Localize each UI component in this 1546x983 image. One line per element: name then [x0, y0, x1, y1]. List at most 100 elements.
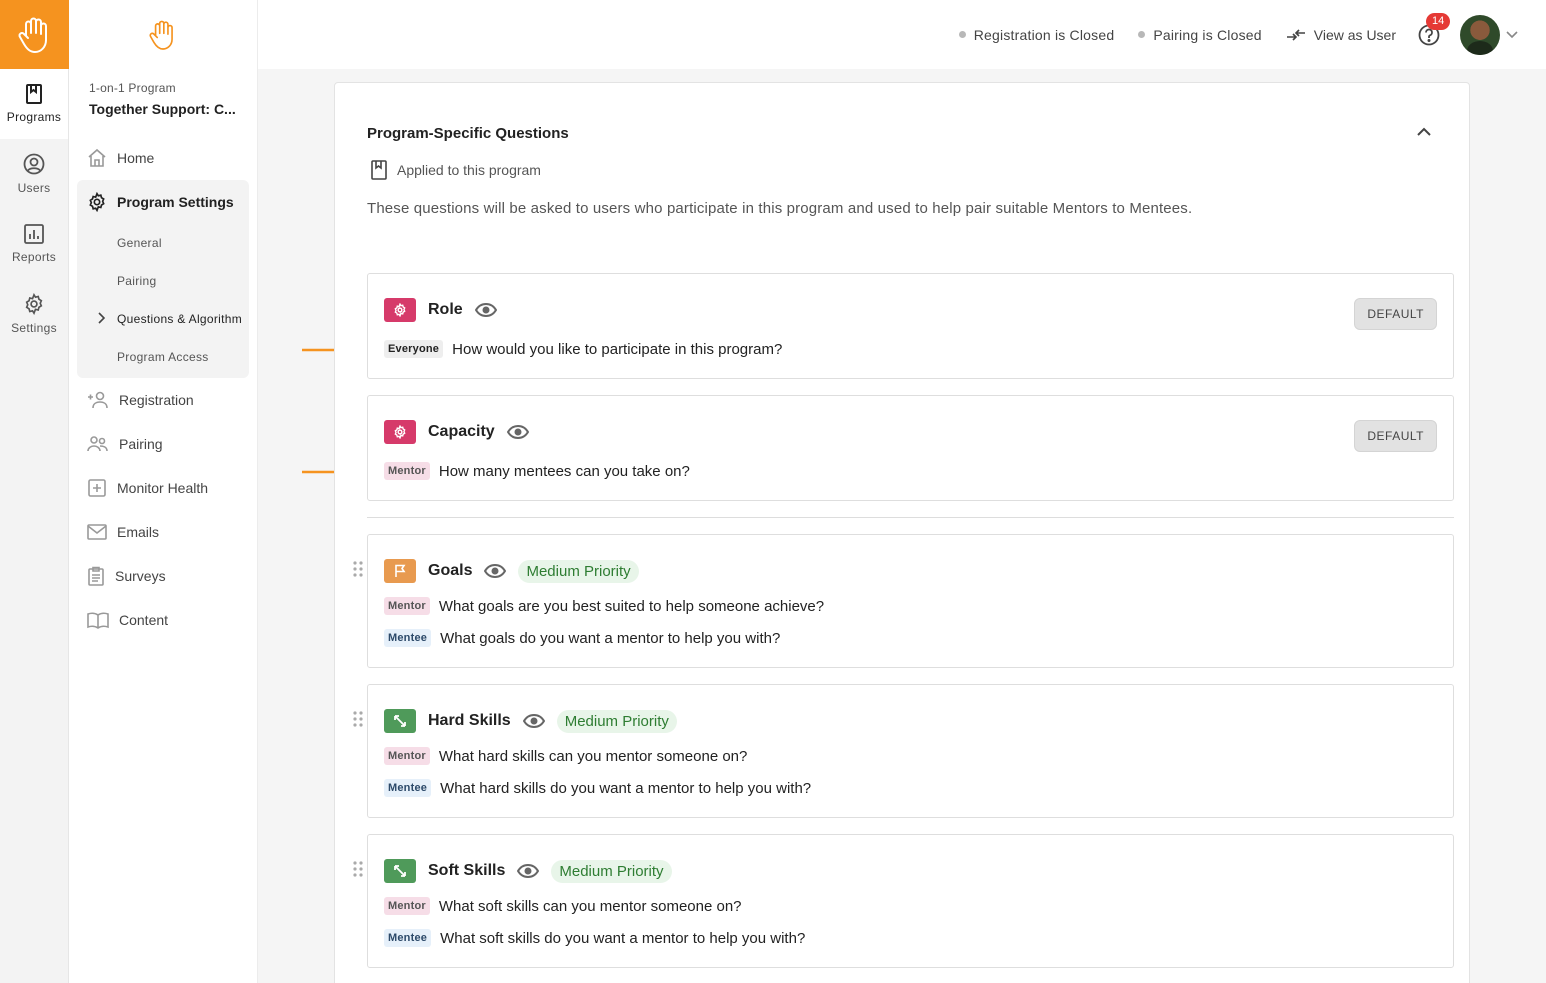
- settings-badge-icon: [384, 420, 416, 444]
- chevron-down-icon[interactable]: [1506, 30, 1518, 39]
- nav-item-registration[interactable]: Registration: [77, 378, 249, 422]
- audience-tag: Everyone: [384, 340, 444, 358]
- bar-chart-icon: [24, 224, 44, 244]
- question-name: Soft Skills: [428, 862, 506, 879]
- rail-item-users[interactable]: Users: [0, 139, 68, 209]
- question-text: How would you like to participate in thi…: [452, 340, 783, 358]
- default-badge: DEFAULT: [1354, 298, 1437, 330]
- nav-label-program-settings: Program Settings: [117, 194, 234, 210]
- section-title: Program-Specific Questions: [367, 125, 569, 142]
- nav-sub-questions-algorithm[interactable]: Questions & Algorithm: [77, 300, 249, 338]
- nav-item-pairing[interactable]: Pairing: [77, 422, 249, 466]
- view-as-user-label: View as User: [1313, 26, 1396, 43]
- avatar[interactable]: [1460, 14, 1500, 55]
- left-rail: Programs Users Reports Settings: [0, 0, 69, 983]
- question-name: Role: [428, 301, 463, 318]
- sub-label: Pairing: [117, 274, 157, 288]
- rail-label-reports: Reports: [11, 250, 57, 264]
- question-row: Mentee What hard skills do you want a me…: [384, 779, 811, 797]
- default-badge: DEFAULT: [1354, 420, 1437, 452]
- gear-icon: [89, 192, 105, 212]
- program-sidebar: 1-on-1 Program Together Support: C... Ho…: [69, 0, 258, 983]
- nav-sub-general[interactable]: General: [77, 224, 249, 262]
- question-row: Mentor What goals are you best suited to…: [384, 597, 824, 615]
- rail-label-settings: Settings: [11, 321, 57, 335]
- eye-icon[interactable]: [506, 425, 529, 439]
- eye-icon[interactable]: [517, 864, 540, 878]
- audience-tag: Mentor: [384, 747, 430, 765]
- registration-status: Registration is Closed: [958, 27, 1115, 43]
- nav-label-pairing: Pairing: [119, 436, 163, 452]
- question-header: Hard Skills Medium Priority: [384, 709, 677, 733]
- drag-handle-icon[interactable]: [353, 861, 363, 877]
- book-icon: [26, 84, 42, 104]
- question-row: Mentor What hard skills can you mentor s…: [384, 747, 747, 765]
- nav-item-program-settings[interactable]: Program Settings: [77, 180, 249, 224]
- question-row: Mentor How many mentees can you take on?: [384, 462, 690, 480]
- nav-label-home: Home: [117, 150, 155, 166]
- question-row: Mentee What soft skills do you want a me…: [384, 929, 805, 947]
- audience-tag: Mentee: [384, 929, 432, 947]
- switch-arrows-icon: [1286, 28, 1305, 41]
- nav-item-content[interactable]: Content: [77, 598, 249, 642]
- eye-icon[interactable]: [522, 714, 545, 728]
- question-card-goals[interactable]: Goals Medium Priority Mentor What goals …: [353, 534, 1454, 668]
- expand-arrows-icon: [384, 709, 416, 733]
- applied-text: Applied to this program: [397, 162, 541, 178]
- add-user-icon: [88, 391, 108, 409]
- nav-label-surveys: Surveys: [115, 568, 166, 584]
- rail-item-settings[interactable]: Settings: [0, 279, 68, 349]
- question-card-capacity[interactable]: Capacity DEFAULT Mentor How many mentees…: [367, 395, 1454, 501]
- home-icon: [88, 148, 106, 167]
- nav-item-surveys[interactable]: Surveys: [77, 554, 249, 598]
- question-header: Capacity: [384, 420, 529, 444]
- audience-tag: Mentor: [384, 897, 430, 915]
- question-card-hard-skills[interactable]: Hard Skills Medium Priority Mentor What …: [353, 684, 1454, 818]
- program-name[interactable]: Together Support: C...: [89, 101, 249, 117]
- sub-label: Program Access: [117, 350, 209, 364]
- help-button[interactable]: 14: [1418, 12, 1451, 46]
- question-text: What hard skills can you mentor someone …: [438, 747, 748, 765]
- question-text: How many mentees can you take on?: [438, 462, 690, 480]
- expand-arrows-icon: [384, 859, 416, 883]
- question-row: Mentor What soft skills can you mentor s…: [384, 897, 742, 915]
- question-header: Goals Medium Priority: [384, 559, 639, 583]
- question-card-soft-skills[interactable]: Soft Skills Medium Priority Mentor What …: [353, 834, 1454, 968]
- nav-label-monitor-health: Monitor Health: [117, 480, 209, 496]
- clipboard-icon: [88, 566, 104, 586]
- status-dot: [958, 31, 966, 38]
- health-plus-icon: [88, 479, 106, 497]
- nav-label-registration: Registration: [119, 392, 194, 408]
- nav-sub-program-access[interactable]: Program Access: [77, 338, 249, 376]
- nav-group-program-settings: Program Settings General Pairing Questio…: [77, 180, 249, 378]
- hand-wave-icon: [149, 20, 173, 50]
- rail-item-reports[interactable]: Reports: [0, 209, 68, 279]
- eye-icon[interactable]: [484, 564, 507, 578]
- question-card-role[interactable]: Role DEFAULT Everyone How would you like…: [367, 273, 1454, 379]
- nav-item-monitor-health[interactable]: Monitor Health: [77, 466, 249, 510]
- view-as-user-button[interactable]: View as User: [1286, 27, 1396, 43]
- status-dot: [1138, 31, 1146, 38]
- drag-handle-icon[interactable]: [353, 711, 363, 727]
- sub-label: Questions & Algorithm: [117, 312, 243, 326]
- program-logo: [69, 0, 257, 69]
- rail-label-users: Users: [17, 181, 51, 195]
- notification-badge: 14: [1426, 12, 1451, 30]
- question-text: What soft skills do you want a mentor to…: [440, 929, 806, 947]
- nav-item-emails[interactable]: Emails: [77, 510, 249, 554]
- question-row: Everyone How would you like to participa…: [384, 340, 782, 358]
- nav-sub-pairing[interactable]: Pairing: [77, 262, 249, 300]
- question-header: Role: [384, 298, 497, 322]
- users-icon: [87, 436, 108, 452]
- drag-handle-icon[interactable]: [353, 561, 363, 577]
- book-icon: [371, 160, 387, 180]
- rail-item-programs[interactable]: Programs: [0, 69, 68, 139]
- chevron-up-icon[interactable]: [1417, 127, 1431, 137]
- nav-item-home[interactable]: Home: [77, 136, 249, 180]
- user-circle-icon: [23, 153, 45, 175]
- applied-note: Applied to this program: [371, 160, 541, 180]
- eye-icon[interactable]: [474, 303, 497, 317]
- top-bar: Registration is Closed Pairing is Closed…: [258, 0, 1546, 69]
- app-logo[interactable]: [0, 0, 69, 69]
- pairing-status: Pairing is Closed: [1138, 27, 1262, 43]
